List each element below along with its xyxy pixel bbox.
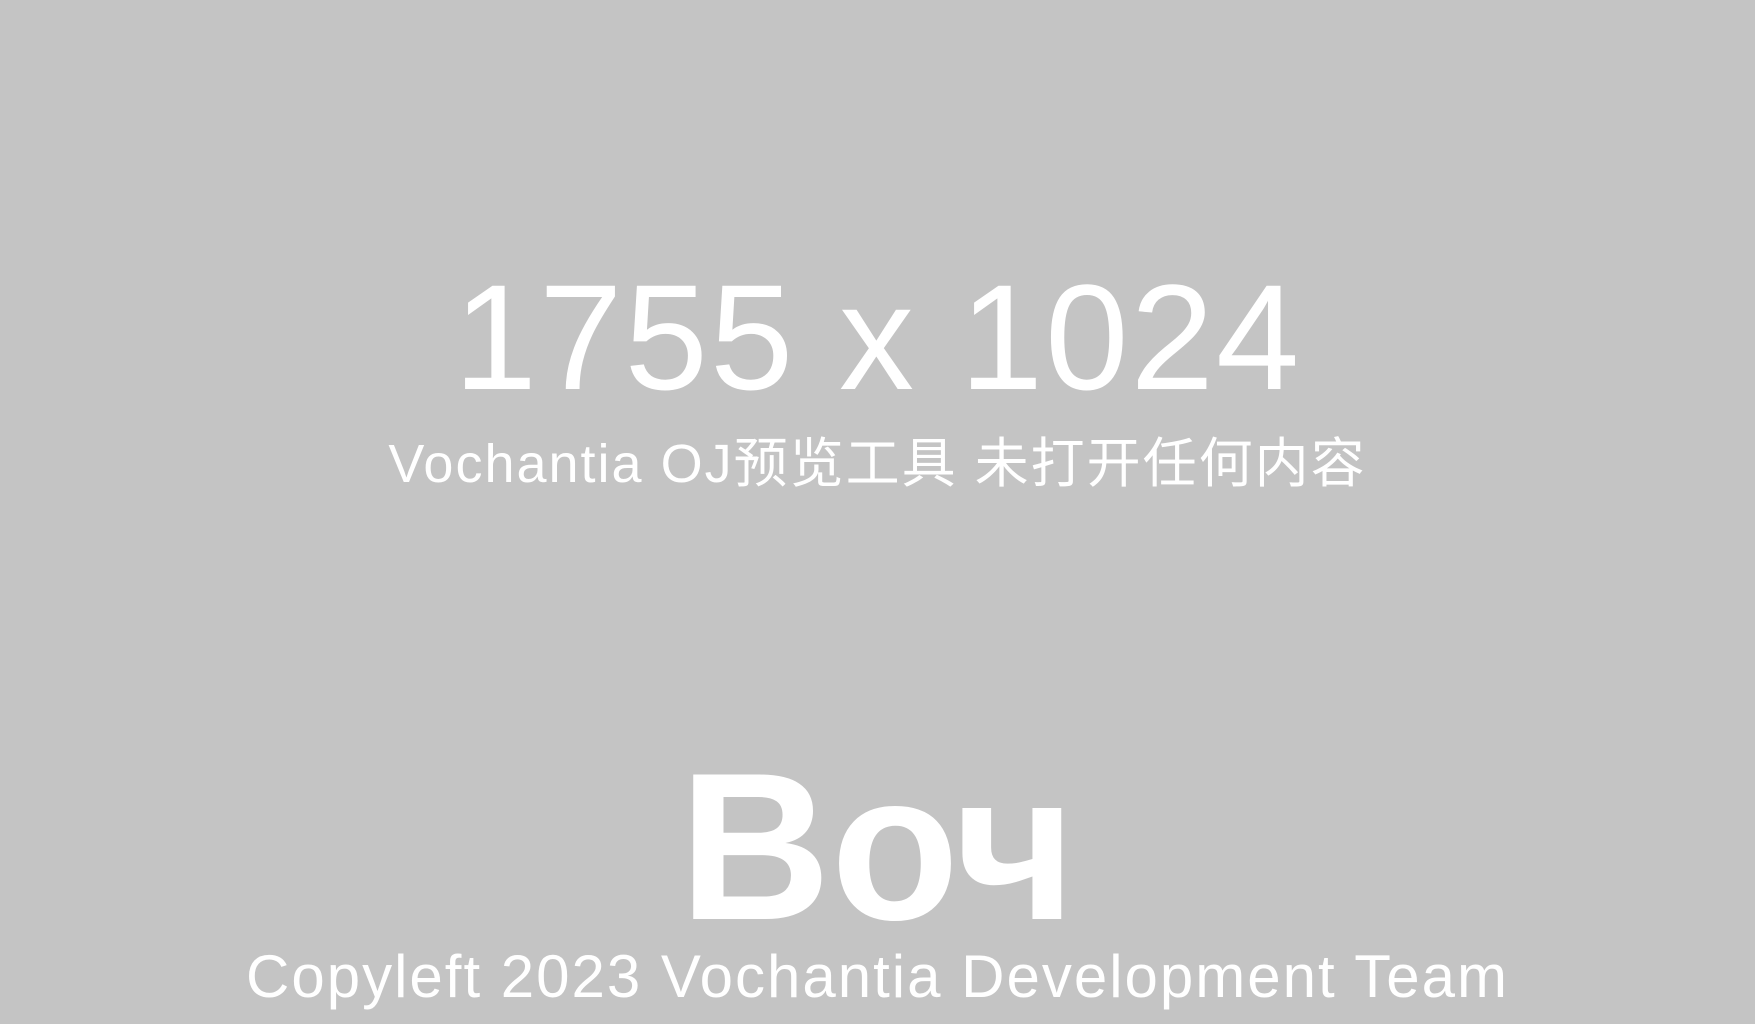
copyright-notice: Copyleft 2023 Vochantia Development Team <box>246 943 1509 1010</box>
dimensions-label: 1755 x 1024 <box>453 253 1302 421</box>
logo-text: Воч <box>679 729 1076 964</box>
preview-status-text: Vochantia OJ预览工具 未打开任何内容 <box>388 434 1367 494</box>
